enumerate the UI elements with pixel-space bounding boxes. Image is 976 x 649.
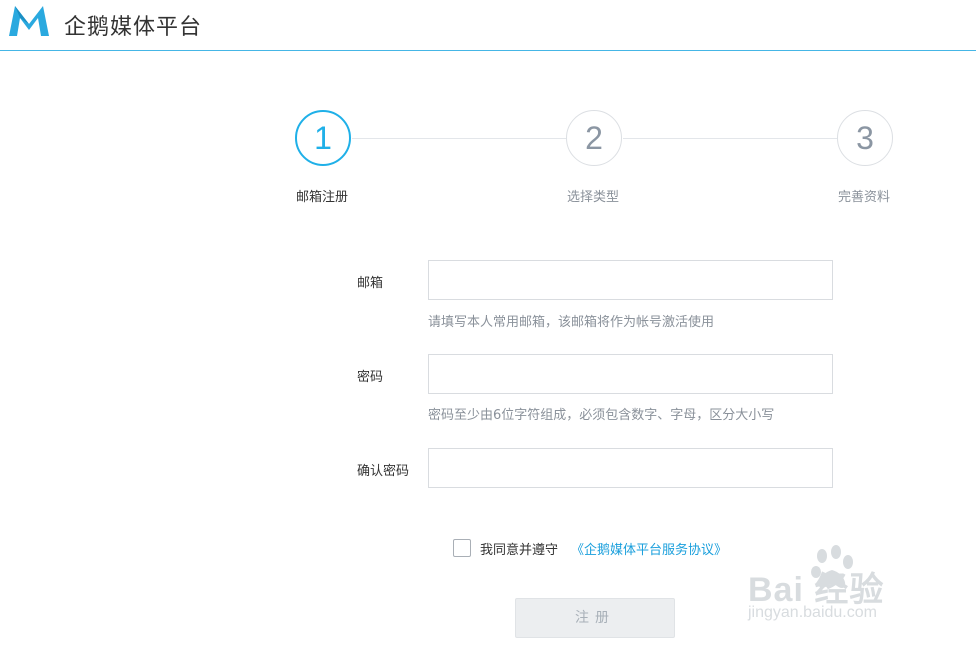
step-2-circle: 2: [566, 110, 622, 166]
step-2-label: 选择类型: [566, 190, 619, 205]
header: 企鹅媒体平台: [0, 0, 976, 51]
step-3-circle: 3: [837, 110, 893, 166]
agreement-checkbox[interactable]: [453, 539, 471, 557]
email-field[interactable]: [428, 260, 833, 300]
step-1-label: 邮箱注册: [295, 190, 348, 205]
password-label: 密码: [357, 370, 384, 385]
step-3-label: 完善资料: [837, 190, 890, 205]
registration-page: 企鹅媒体平台 1 2 3 邮箱注册 选择类型 完善资料 邮箱 请填写本人常用邮箱…: [0, 0, 976, 649]
register-button[interactable]: 注册: [515, 598, 675, 638]
password-field[interactable]: [428, 354, 833, 394]
step-connector: [623, 138, 837, 139]
email-hint: 请填写本人常用邮箱，该邮箱将作为帐号激活使用: [428, 315, 715, 330]
password-hint: 密码至少由6位字符组成，必须包含数字、字母，区分大小写: [428, 408, 775, 423]
email-label: 邮箱: [357, 276, 384, 291]
step-1-circle: 1: [295, 110, 351, 166]
brand-name[interactable]: 企鹅媒体平台: [64, 9, 202, 41]
step-connector: [352, 138, 566, 139]
agreement-text: 我同意并遵守: [480, 543, 559, 558]
baidu-jingyan-watermark: Bai 经验 jingyan.baidu.com: [748, 544, 970, 634]
service-agreement-link[interactable]: 《企鹅媒体平台服务协议》: [571, 539, 727, 558]
confirm-password-label: 确认密码: [357, 464, 410, 479]
qq-media-logo-icon[interactable]: [7, 4, 51, 38]
watermark-url: jingyan.baidu.com: [748, 604, 877, 621]
confirm-password-field[interactable]: [428, 448, 833, 488]
